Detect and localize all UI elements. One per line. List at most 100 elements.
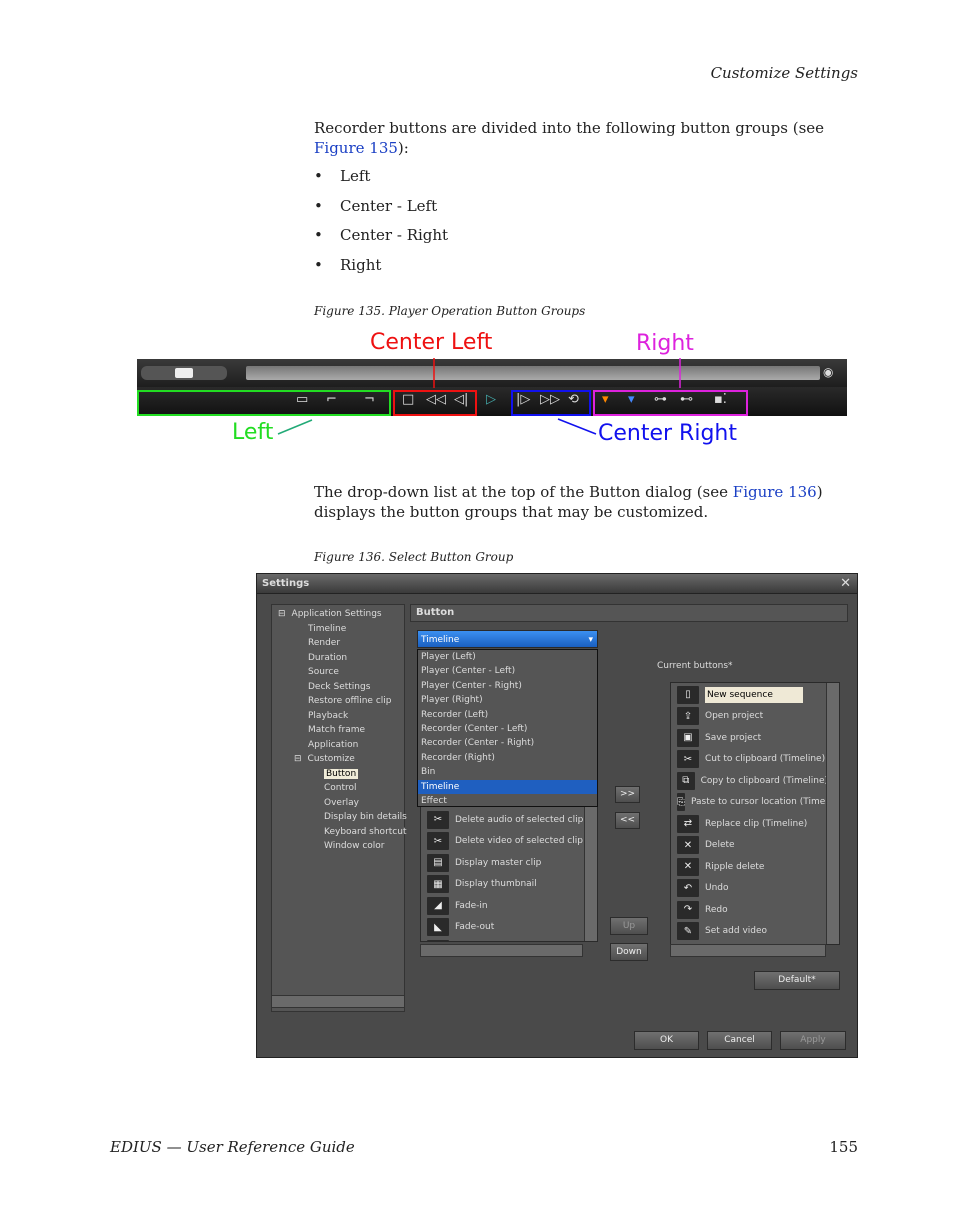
list-item[interactable]: ✕ Ripple delete [671,856,828,878]
play-icon[interactable]: ▷ [486,392,496,407]
step-forward-icon[interactable]: |▷ [516,392,530,407]
tree-item[interactable]: Keyboard shortcut [324,827,406,837]
para-text: The drop-down list at the top of the But… [314,483,733,501]
dropdown-option[interactable]: Recorder (Left) [418,708,597,722]
tree-item[interactable]: ⊟ Application Settings [278,609,382,619]
list-item[interactable]: ▤ Display master clip [421,852,586,874]
default-button[interactable]: Default* [754,971,840,990]
list-item: • Left [314,167,448,197]
dropdown-option[interactable]: Player (Center - Left) [418,664,597,678]
list-item[interactable]: ✎ Set add video [671,921,828,943]
tree-item[interactable]: ⊟ Customize [294,754,355,764]
center-right-label: Center Right [598,421,737,446]
list-item[interactable]: ↶ Undo [671,878,828,900]
button-icon: ⇄ [677,814,699,833]
dropdown-option[interactable]: Effect [418,794,597,808]
tree-item[interactable]: Restore offline clip [308,696,391,706]
set-out-icon[interactable]: ▾ [628,392,635,407]
cancel-button[interactable]: Cancel [707,1031,772,1050]
up-button[interactable]: Up [610,917,648,935]
list-item: • Right [314,256,448,286]
close-icon[interactable]: ✕ [840,576,851,591]
list-item[interactable]: ✂ Cut to clipboard (Timeline) [671,749,828,771]
list-item[interactable]: ↷ Redo [671,899,828,921]
dropdown-option[interactable]: Recorder (Right) [418,751,597,765]
tree-item-label: Overlay [324,797,359,808]
mark-in-icon[interactable]: ⌐ [326,392,337,407]
dropdown-option[interactable]: Player (Center - Right) [418,679,597,693]
dropdown-option[interactable]: Timeline [418,779,597,794]
list-item[interactable]: ❄Freeze frame setup [421,938,586,941]
list-item-label: New sequence [705,686,803,703]
list-item[interactable]: ✕ Delete [671,835,828,857]
current-vscroll[interactable] [826,683,839,944]
tree-item[interactable]: Button [324,768,359,779]
dropdown-option[interactable]: Player (Left) [418,650,597,664]
button-icon: ✂ [427,810,449,829]
apply-button[interactable]: Apply [780,1031,846,1050]
list-item[interactable]: ◣ Fade-out [421,917,586,939]
list-item[interactable]: ▣ Save project [671,727,828,749]
tree-item[interactable]: Control [324,783,357,793]
tree-item[interactable]: Playback [308,711,348,721]
combo-value: Timeline [421,635,460,645]
mark-out-icon[interactable]: ¬ [364,392,375,407]
button-group-select[interactable]: Timeline ▾ [417,630,598,648]
collapse-icon[interactable]: ⊟ [278,609,286,619]
list-item-label: Save project [705,732,762,743]
tree-item[interactable]: Source [308,667,339,677]
tree-item[interactable]: Render [308,638,340,648]
dropdown-option[interactable]: Player (Right) [418,693,597,707]
tree-item-label: Restore offline clip [308,696,392,706]
list-item[interactable]: ✂ Delete video of selected clip [421,831,586,853]
list-item-label: Delete [705,840,735,851]
remove-button[interactable]: << [615,812,640,829]
down-button[interactable]: Down [610,943,648,961]
list-item[interactable]: ✂ Delete audio of selected clip [421,809,586,831]
tree-item[interactable]: Deck Settings [308,682,370,692]
tree-item[interactable]: Application [308,740,358,750]
overwrite-icon[interactable]: ⊷ [680,392,693,407]
list-item-label: Display master clip [455,857,542,868]
tree-item[interactable]: Display bin details [324,812,407,822]
dropdown-option[interactable]: Recorder (Center - Left) [418,722,597,736]
dropdown-option[interactable]: Bin [418,765,597,779]
current-buttons-label: Current buttons* [657,661,733,671]
current-hscroll[interactable] [670,944,826,957]
list-item[interactable]: ▯ New sequence [671,684,828,706]
export-icon[interactable]: ▪⁚ [714,392,727,407]
list-item[interactable]: ⧉ Copy to clipboard (Timeline) [671,770,828,792]
figure-136-link[interactable]: Figure 136 [733,483,817,501]
step-back-icon[interactable]: ◁| [454,392,468,407]
right-label: Right [636,331,694,356]
dropdown-option[interactable]: Recorder (Center - Right) [418,736,597,750]
tree-item[interactable]: Window color [324,841,385,851]
list-item[interactable]: ⇪ Open project [671,706,828,728]
rewind-icon[interactable]: ◁◁ [426,392,446,407]
available-vscroll[interactable] [584,807,597,941]
list-item[interactable]: ◢ Fade-in [421,895,586,917]
tree-item-label: Customize [307,754,355,764]
set-in-icon[interactable]: ▾ [602,392,609,407]
list-item[interactable]: ▦ Display thumbnail [421,874,586,896]
fast-forward-icon[interactable]: ▷▷ [540,392,560,407]
tree-item[interactable]: Timeline [308,624,346,634]
tree-item[interactable]: Match frame [308,725,365,735]
tree-hscroll[interactable] [271,995,405,1008]
volume-knob[interactable] [175,368,193,378]
collapse-icon[interactable]: ⊟ [294,754,302,764]
list-item[interactable]: ⎘ Paste to cursor location (Timeline) [671,792,839,814]
insert-icon[interactable]: ⊶ [654,392,667,407]
add-button[interactable]: >> [615,786,640,803]
available-hscroll[interactable] [420,944,583,957]
figure-135-link[interactable]: Figure 135 [314,139,398,157]
tree-item[interactable]: Overlay [324,798,359,808]
ok-button[interactable]: OK [634,1031,699,1050]
loop-icon[interactable]: ⟲ [568,392,579,407]
tree-item[interactable]: Duration [308,653,347,663]
position-slider[interactable] [246,366,820,380]
cassette-icon[interactable]: ▭ [296,392,308,407]
list-item-label: Cut to clipboard (Timeline) [705,754,826,765]
list-item[interactable]: ⇄ Replace clip (Timeline) [671,813,828,835]
stop-icon[interactable]: □ [402,392,414,407]
